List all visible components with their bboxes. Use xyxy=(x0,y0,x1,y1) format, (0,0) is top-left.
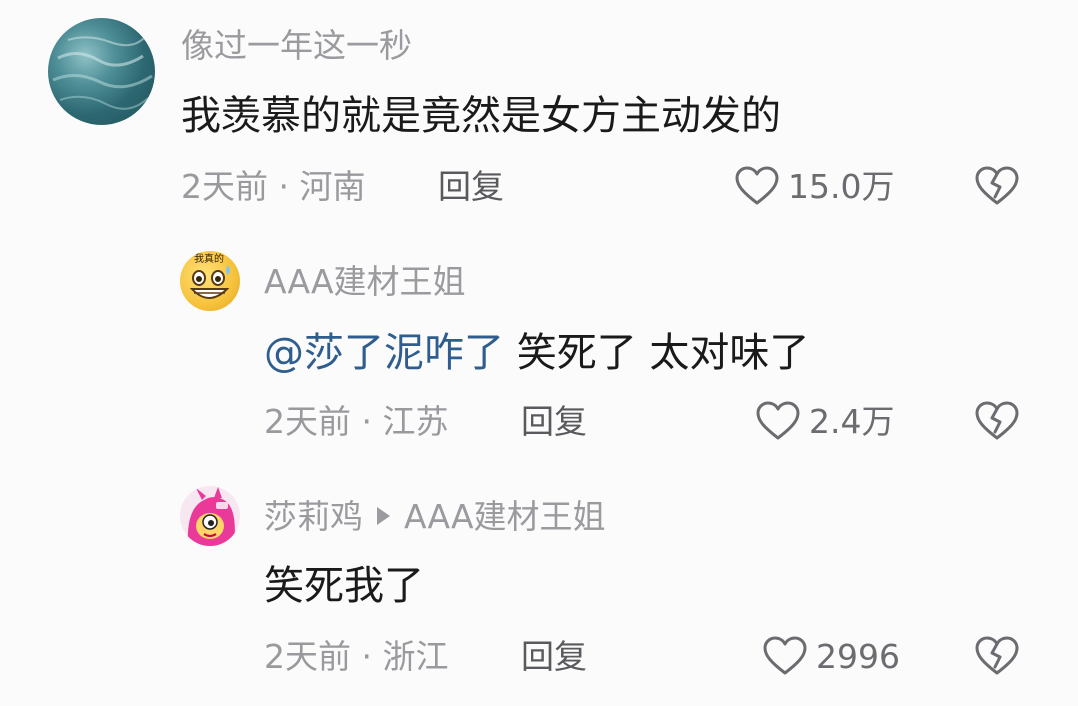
comment-time-location: 2天前 · 河南 xyxy=(181,167,366,206)
comment-item: 像过一年这一秒 我羡慕的就是竟然是女方主动发的 2天前 · 河南 回复 15.0… xyxy=(0,0,1078,235)
heart-icon xyxy=(763,636,807,675)
heart-icon xyxy=(735,166,779,205)
avatar-caption: 我真的 xyxy=(194,254,224,265)
comment-text: 笑死我了 xyxy=(264,563,424,609)
like-button[interactable]: 15.0万 xyxy=(734,165,894,207)
dislike-button[interactable] xyxy=(974,400,1020,446)
ocean-avatar-icon xyxy=(52,36,153,110)
reply-button[interactable]: 回复 xyxy=(438,170,504,203)
comment-text: @莎了泥咋了 笑死了 太对味了 xyxy=(264,333,809,373)
dislike-button[interactable] xyxy=(974,635,1020,681)
like-button[interactable]: 2.4万 xyxy=(755,400,894,442)
reply-to-user[interactable]: AAA建材王姐 xyxy=(404,497,606,536)
broken-heart-icon xyxy=(975,636,1019,675)
comment-reply-item: 我真的 AAA建材王姐 @莎了泥咋了 笑死了 太对味了 2天前 · 江苏 回复 … xyxy=(0,235,1078,470)
comment-text-body: 笑死了 太对味了 xyxy=(504,330,810,376)
broken-heart-icon xyxy=(975,401,1019,440)
reply-author[interactable]: 莎莉鸡 xyxy=(264,497,363,536)
user-avatar[interactable] xyxy=(48,18,155,125)
comment-reply-item: 莎莉鸡 AAA建材王姐 笑死我了 2天前 · 浙江 回复 2996 xyxy=(0,470,1078,706)
reply-arrow-icon xyxy=(377,506,390,525)
comment-time-location: 2天前 · 江苏 xyxy=(264,402,449,441)
like-button[interactable]: 2996 xyxy=(762,635,900,677)
reply-button[interactable]: 回复 xyxy=(521,405,587,438)
comment-username[interactable]: AAA建材王姐 xyxy=(264,265,466,298)
pink-cartoon-avatar-icon xyxy=(187,487,235,546)
user-avatar[interactable]: 我真的 xyxy=(180,251,240,311)
broken-heart-icon xyxy=(975,166,1019,205)
comment-username[interactable]: 像过一年这一秒 xyxy=(181,29,412,62)
reply-button[interactable]: 回复 xyxy=(521,640,587,673)
like-count: 2.4万 xyxy=(809,401,895,441)
comment-username: 莎莉鸡 AAA建材王姐 xyxy=(264,500,606,533)
dislike-button[interactable] xyxy=(974,165,1020,211)
user-avatar[interactable] xyxy=(180,486,240,546)
like-count: 15.0万 xyxy=(788,166,895,206)
mention-link[interactable]: @莎了泥咋了 xyxy=(264,330,504,376)
comment-text: 我羡慕的就是竟然是女方主动发的 xyxy=(181,93,781,139)
comment-time-location: 2天前 · 浙江 xyxy=(264,637,449,676)
like-count: 2996 xyxy=(816,636,900,676)
heart-icon xyxy=(756,401,800,440)
